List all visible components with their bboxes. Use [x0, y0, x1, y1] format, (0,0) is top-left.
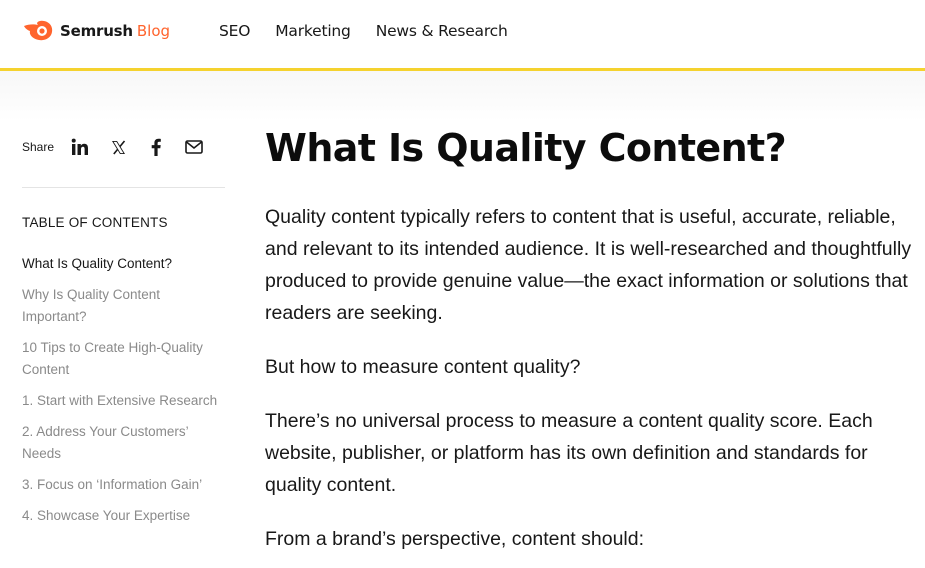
toc-item-information-gain[interactable]: 3. Focus on ‘Information Gain’ — [22, 474, 222, 496]
paragraph-definition: Quality content typically refers to cont… — [265, 206, 912, 324]
logo-brand-text: Semrush — [60, 22, 133, 40]
toc-item-showcase-expertise[interactable]: 4. Showcase Your Expertise — [22, 505, 222, 527]
nav-item-marketing[interactable]: Marketing — [275, 22, 351, 40]
linkedin-icon — [71, 138, 89, 155]
mail-icon — [185, 140, 203, 154]
share-x-button[interactable] — [102, 131, 134, 163]
facebook-icon — [151, 138, 161, 156]
toc-item-extensive-research[interactable]: 1. Start with Extensive Research — [22, 390, 222, 412]
toc-item-why-important[interactable]: Why Is Quality Content Important? — [22, 284, 222, 328]
paragraph-brand-perspective: From a brand’s perspective, content shou… — [265, 528, 645, 550]
nav-item-news-research[interactable]: News & Research — [376, 22, 508, 40]
table-of-contents: What Is Quality Content? Why Is Quality … — [22, 253, 222, 536]
toc-title: TABLE OF CONTENTS — [22, 215, 168, 230]
share-mail-button[interactable] — [178, 131, 210, 163]
toc-item-what-is-quality-content[interactable]: What Is Quality Content? — [22, 253, 222, 275]
toc-item-customers-needs[interactable]: 2. Address Your Customers’ Needs — [22, 421, 222, 465]
article-title: What Is Quality Content? — [265, 126, 787, 170]
header-shadow-band — [0, 71, 925, 121]
share-label: Share — [22, 140, 55, 154]
share-facebook-button[interactable] — [140, 131, 172, 163]
paragraph-question: But how to measure content quality? — [265, 356, 581, 378]
share-linkedin-button[interactable] — [64, 131, 96, 163]
toc-item-10-tips[interactable]: 10 Tips to Create High-Quality Content — [22, 337, 222, 381]
share-bar: Share — [22, 130, 210, 164]
logo-blog-text: Blog — [136, 22, 171, 40]
nav-item-seo[interactable]: SEO — [219, 22, 250, 40]
article-body: Quality content typically refers to cont… — [265, 201, 915, 568]
sidebar-divider — [22, 187, 225, 188]
paragraph-no-universal-process: There’s no universal process to measure … — [265, 410, 873, 496]
site-header: Semrush Blog SEO Marketing News & Resear… — [0, 0, 925, 68]
main-nav: SEO Marketing News & Research — [219, 22, 533, 40]
semrush-flame-icon — [24, 20, 53, 41]
x-icon — [111, 139, 125, 155]
semrush-blog-logo[interactable]: Semrush Blog — [22, 18, 170, 44]
